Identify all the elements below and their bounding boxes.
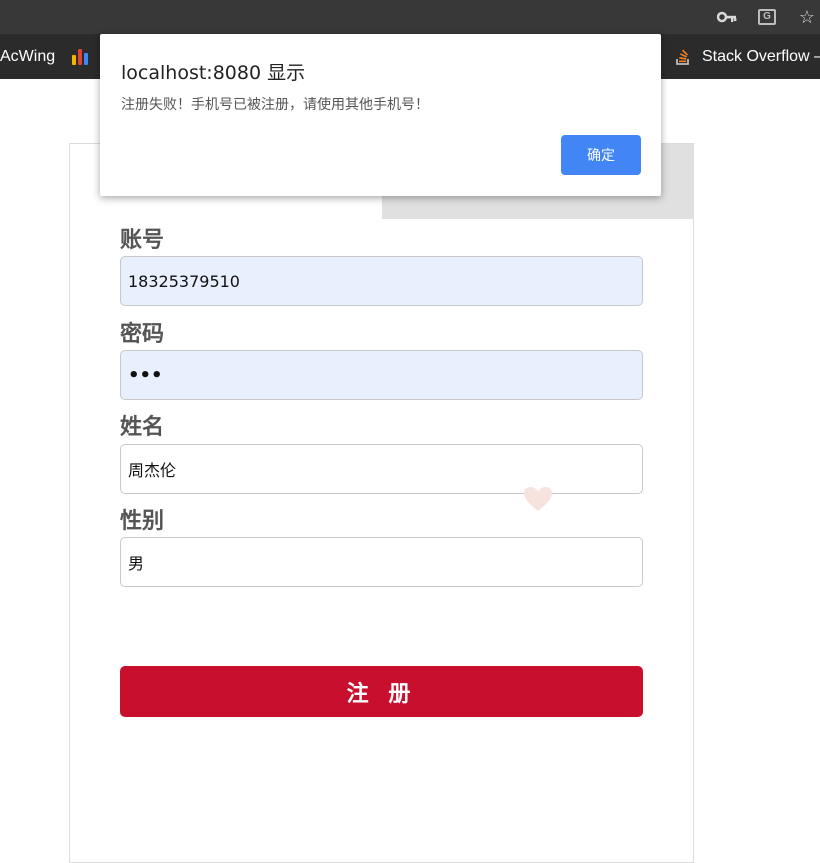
bookmark-label: AcWing: [0, 47, 56, 65]
translate-icon[interactable]: G: [756, 6, 778, 28]
dialog-ok-button[interactable]: 确定: [561, 135, 641, 175]
gender-input-value: 男: [128, 554, 145, 573]
stack-overflow-icon: [676, 49, 689, 65]
key-icon[interactable]: [716, 6, 738, 28]
name-input-value: 周杰伦: [128, 461, 177, 480]
alert-dialog: localhost:8080 显示 注册失败！手机号已被注册，请使用其他手机号！…: [100, 34, 661, 196]
bookmark-label: Stack Overflow –: [702, 47, 820, 65]
heart-icon: [524, 487, 552, 511]
dialog-message: 注册失败！手机号已被注册，请使用其他手机号！: [121, 97, 429, 113]
bookmark-stack-overflow[interactable]: Stack Overflow –: [674, 34, 820, 79]
browser-toolbar: G ☆: [0, 0, 820, 34]
register-card: 账号 18325379510 密码 ••• 姓名 周杰伦 性别 男 注 册: [69, 143, 694, 863]
gender-label: 性别: [120, 509, 165, 534]
password-label: 密码: [120, 322, 165, 347]
account-label: 账号: [120, 228, 165, 253]
register-button[interactable]: 注 册: [120, 666, 643, 717]
account-input[interactable]: 18325379510: [120, 256, 643, 306]
bar-chart-icon: [72, 48, 88, 65]
account-input-value: 18325379510: [128, 271, 240, 291]
dialog-title: localhost:8080 显示: [121, 62, 306, 84]
star-icon[interactable]: ☆: [796, 6, 818, 28]
name-input[interactable]: 周杰伦: [120, 444, 643, 494]
bookmark-acwing[interactable]: AcWing: [0, 34, 55, 79]
gender-input[interactable]: 男: [120, 537, 643, 587]
bookmark-chart[interactable]: [72, 34, 88, 79]
password-input-value: •••: [128, 364, 163, 386]
name-label: 姓名: [120, 415, 165, 440]
password-input[interactable]: •••: [120, 350, 643, 400]
